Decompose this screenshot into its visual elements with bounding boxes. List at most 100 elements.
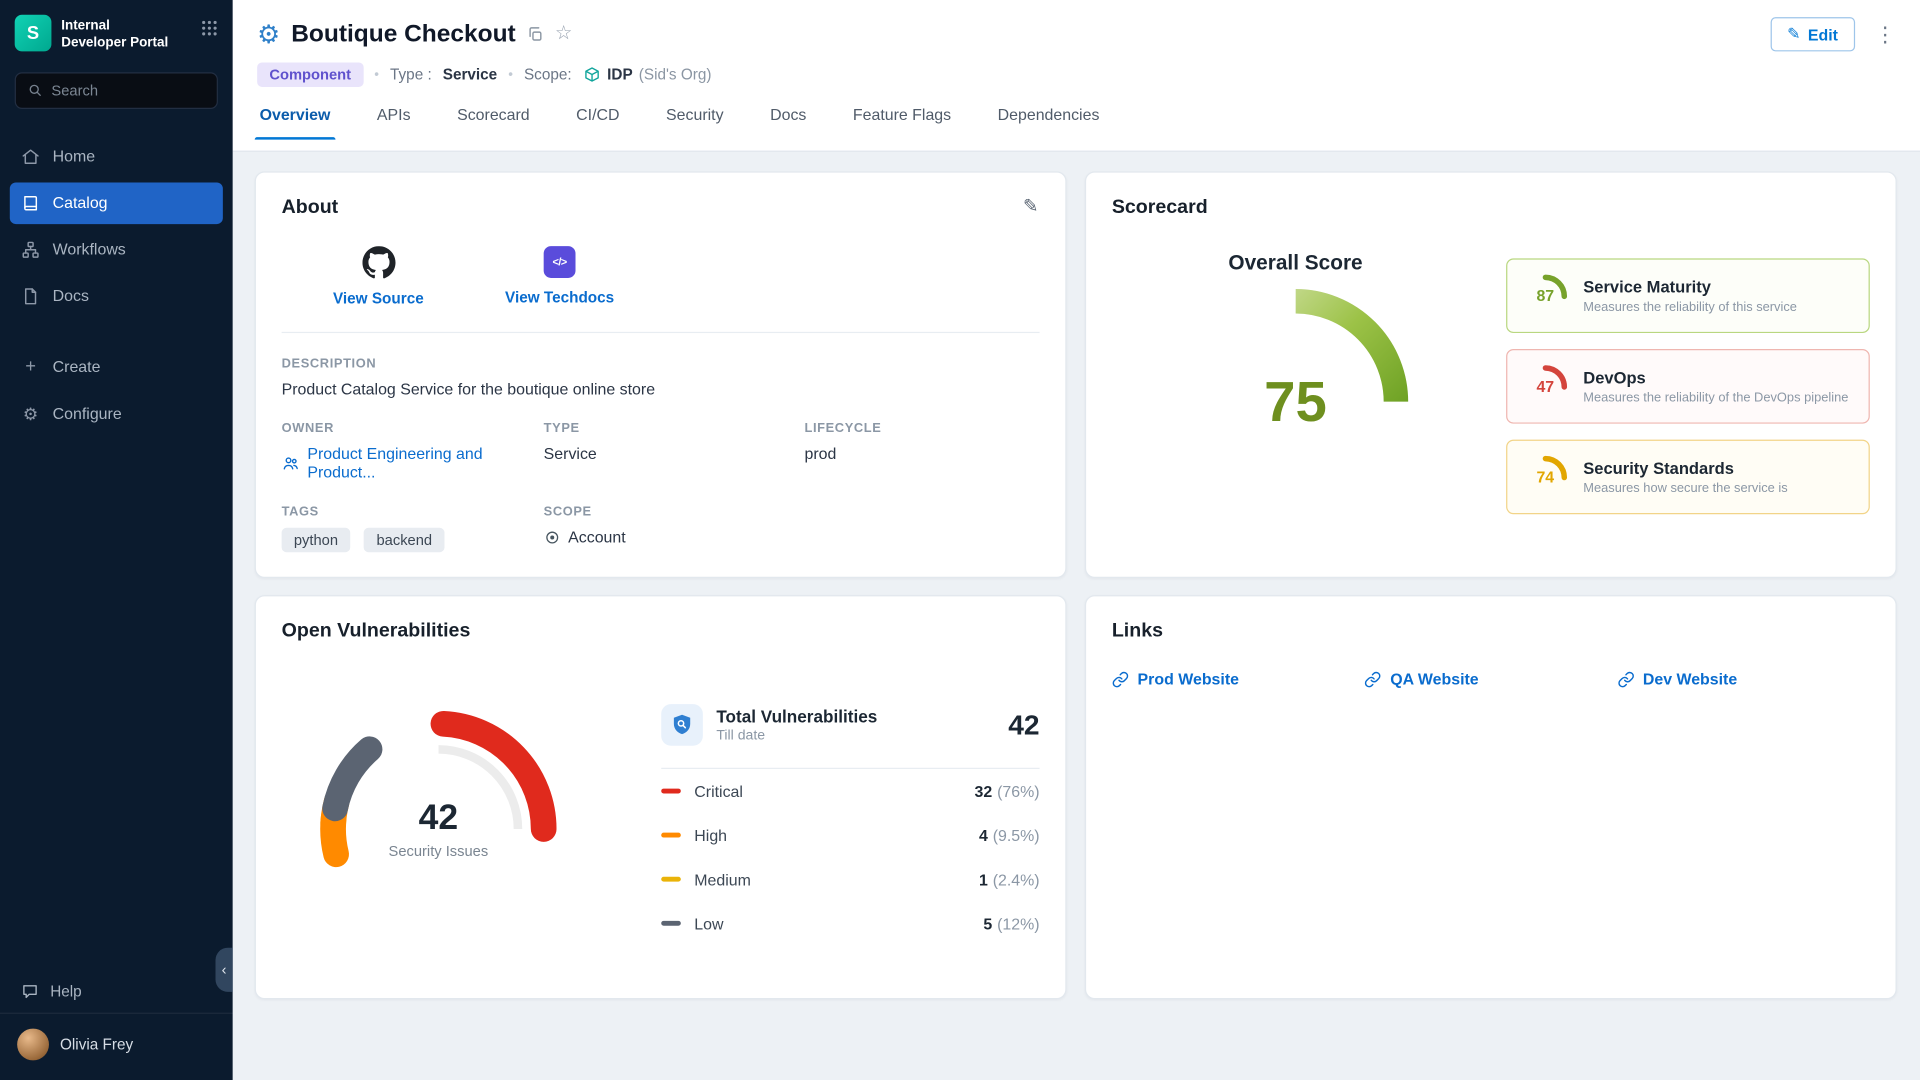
tab-bar: Overview APIs Scorecard CI/CD Security D… xyxy=(257,105,1895,139)
score-item-desc: Measures the reliability of the DevOps p… xyxy=(1583,390,1848,405)
app-logo-icon: S xyxy=(15,15,52,52)
severity-row-medium[interactable]: Medium 1 (2.4%) xyxy=(661,857,1039,901)
sidebar-item-catalog[interactable]: Catalog xyxy=(10,182,223,224)
main-area: ⚙ Boutique Checkout ☆ ✎ Edit ⋮ Component… xyxy=(233,0,1920,1080)
severity-row-low[interactable]: Low 5 (12%) xyxy=(661,901,1039,945)
app-logo-title: Internal Developer Portal xyxy=(61,15,191,52)
vuln-panel-sub: Till date xyxy=(716,729,877,744)
severity-pct: (2.4%) xyxy=(993,870,1040,888)
severity-count: 1 xyxy=(979,870,988,888)
tag-pill[interactable]: backend xyxy=(364,528,444,552)
severity-row-critical[interactable]: Critical 32 (76%) xyxy=(661,769,1039,813)
severity-label: High xyxy=(694,826,727,844)
sidebar-collapse-handle[interactable]: ‹ xyxy=(216,948,233,992)
sidebar-item-home[interactable]: Home xyxy=(10,135,223,177)
score-items: 87 Service Maturity Measures the reliabi… xyxy=(1506,258,1870,518)
scope-value: IDP (Sid's Org) xyxy=(583,66,712,84)
sidebar: S Internal Developer Portal Home Catalog xyxy=(0,0,233,1080)
links-row: Prod Website QA Website Dev Website xyxy=(1112,670,1870,688)
type-label: TYPE xyxy=(544,421,805,436)
link-dev-website[interactable]: Dev Website xyxy=(1617,670,1870,688)
overall-score-panel: Overall Score xyxy=(1112,224,1479,518)
description-label: DESCRIPTION xyxy=(282,356,1040,371)
type-value: Service xyxy=(443,66,497,83)
score-ring: 47 xyxy=(1521,362,1570,411)
severity-count: 4 xyxy=(979,826,988,844)
sidebar-item-label: Docs xyxy=(53,287,89,305)
link-qa-website[interactable]: QA Website xyxy=(1364,670,1617,688)
scope-name: IDP xyxy=(607,66,633,83)
score-ring: 74 xyxy=(1521,452,1570,501)
sidebar-item-label: Workflows xyxy=(53,240,126,258)
copy-icon[interactable] xyxy=(527,26,544,43)
edit-pencil-icon[interactable]: ✎ xyxy=(1023,195,1038,217)
tab-feature-flags[interactable]: Feature Flags xyxy=(853,105,951,139)
user-menu[interactable]: Olivia Frey xyxy=(0,1013,233,1080)
tab-security[interactable]: Security xyxy=(666,105,724,139)
help-button[interactable]: Help xyxy=(0,970,233,1013)
sidebar-search[interactable] xyxy=(15,72,218,109)
about-title: About xyxy=(282,197,1040,219)
catalog-book-icon xyxy=(21,193,41,213)
view-source-link[interactable]: View Source xyxy=(299,246,458,307)
target-icon xyxy=(544,528,561,545)
description-block: DESCRIPTION Product Catalog Service for … xyxy=(282,356,1040,398)
sidebar-item-docs[interactable]: Docs xyxy=(10,275,223,317)
sidebar-item-label: Create xyxy=(53,358,101,376)
owner-value: Product Engineering and Product... xyxy=(307,444,543,481)
dot-separator: • xyxy=(508,67,513,82)
sidebar-item-workflows[interactable]: Workflows xyxy=(10,228,223,270)
shield-search-icon xyxy=(661,704,703,746)
tab-docs[interactable]: Docs xyxy=(770,105,806,139)
favorite-star-icon[interactable]: ☆ xyxy=(555,24,573,44)
home-icon xyxy=(21,146,41,166)
score-item-security-standards[interactable]: 74 Security Standards Measures how secur… xyxy=(1506,440,1870,515)
scope-value: Account xyxy=(544,528,805,546)
overall-score-value: 75 xyxy=(1264,369,1327,435)
apps-grid-icon[interactable] xyxy=(201,15,218,43)
score-item-service-maturity[interactable]: 87 Service Maturity Measures the reliabi… xyxy=(1506,258,1870,333)
edit-button[interactable]: ✎ Edit xyxy=(1770,17,1855,51)
lifecycle-value: prod xyxy=(804,444,1039,462)
scope-org: (Sid's Org) xyxy=(639,66,712,83)
document-icon xyxy=(21,286,41,306)
about-actions: View Source </> View Techdocs xyxy=(282,246,1040,307)
overall-score-label: Overall Score xyxy=(1228,251,1362,275)
severity-dash xyxy=(661,832,681,838)
severity-row-high[interactable]: High 4 (9.5%) xyxy=(661,813,1039,857)
tag-pill[interactable]: python xyxy=(282,528,351,552)
links-title: Links xyxy=(1112,621,1870,643)
sidebar-item-label: Home xyxy=(53,147,95,165)
tab-dependencies[interactable]: Dependencies xyxy=(998,105,1100,139)
link-prod-website[interactable]: Prod Website xyxy=(1112,670,1365,688)
severity-pct: (76%) xyxy=(997,782,1039,800)
severity-label: Medium xyxy=(694,870,751,888)
vuln-total-center: 42 xyxy=(419,798,459,838)
sidebar-item-label: Configure xyxy=(53,404,122,422)
search-input[interactable] xyxy=(51,82,205,99)
tab-overview[interactable]: Overview xyxy=(260,105,331,139)
sidebar-item-create[interactable]: + Create xyxy=(10,346,223,388)
tab-apis[interactable]: APIs xyxy=(377,105,411,139)
user-name: Olivia Frey xyxy=(60,1036,133,1053)
severity-dash xyxy=(661,876,681,882)
dot-separator: • xyxy=(374,67,379,82)
users-icon xyxy=(282,454,300,472)
view-techdocs-link[interactable]: </> View Techdocs xyxy=(480,246,639,307)
scorecard-body: Overall Score xyxy=(1112,224,1870,518)
tags-block: TAGS python backend xyxy=(282,504,544,552)
tab-scorecard[interactable]: Scorecard xyxy=(457,105,530,139)
help-label: Help xyxy=(50,983,81,1000)
kebab-menu-icon[interactable]: ⋮ xyxy=(1875,24,1896,45)
page-title: Boutique Checkout xyxy=(291,20,516,48)
score-item-devops[interactable]: 47 DevOps Measures the reliability of th… xyxy=(1506,349,1870,424)
tab-cicd[interactable]: CI/CD xyxy=(576,105,619,139)
sidebar-item-configure[interactable]: ⚙ Configure xyxy=(10,393,223,435)
severity-dash xyxy=(661,788,681,794)
owner-label: OWNER xyxy=(282,421,544,436)
owner-link[interactable]: Product Engineering and Product... xyxy=(282,444,544,481)
sidebar-item-label: Catalog xyxy=(53,194,108,212)
link-icon xyxy=(1112,670,1129,687)
link-icon xyxy=(1364,670,1381,687)
severity-pct: (12%) xyxy=(997,914,1039,932)
